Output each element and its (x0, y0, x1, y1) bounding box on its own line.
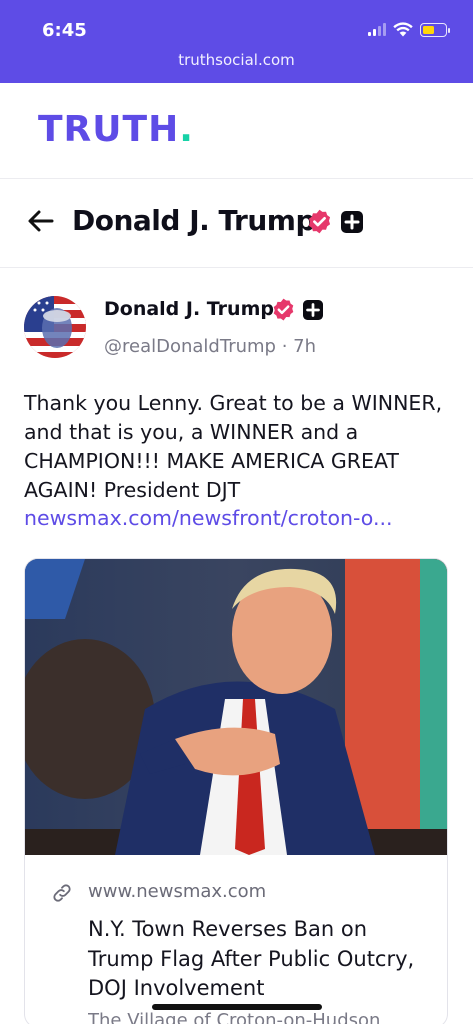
avatar[interactable] (24, 296, 86, 358)
plus-badge-icon (303, 300, 323, 320)
card-description: The Village of Croton-on-Hudson (88, 1010, 381, 1024)
cellular-signal-icon (368, 23, 386, 36)
post-author-name[interactable]: Donald J. Trump (104, 298, 274, 320)
wifi-icon (393, 22, 413, 37)
post-handle[interactable]: @realDonaldTrump (104, 336, 276, 357)
link-preview-card[interactable]: www.newsmax.com N.Y. Town Reverses Ban o… (24, 558, 448, 1024)
verified-badge-icon (308, 209, 331, 234)
post-timestamp[interactable]: 7h (293, 336, 316, 357)
meta-separator: · (281, 336, 288, 357)
post-meta: @realDonaldTrump · 7h (104, 336, 316, 357)
truth-logo[interactable]: TRUTH. (38, 109, 194, 150)
link-icon (53, 884, 71, 902)
status-icons (368, 22, 450, 37)
back-arrow-icon[interactable] (26, 206, 56, 236)
plus-badge-icon (341, 211, 363, 233)
post-link[interactable]: newsmax.com/newsfront/croton-o... (24, 506, 444, 530)
post-text: Thank you Lenny. Great to be a WINNER, a… (24, 391, 443, 502)
verified-badge-icon (273, 298, 294, 321)
article-image (25, 559, 447, 855)
address-bar-url[interactable]: truthsocial.com (0, 51, 473, 69)
battery-icon (420, 22, 450, 37)
app-header: TRUTH. (0, 83, 473, 179)
card-domain: www.newsmax.com (88, 881, 267, 902)
profile-title-bar: Donald J. Trump (0, 180, 473, 268)
home-indicator[interactable] (152, 1004, 322, 1010)
profile-name: Donald J. Trump (72, 204, 315, 237)
clock: 6:45 (42, 20, 87, 41)
card-title: N.Y. Town Reverses Ban on Trump Flag Aft… (88, 917, 415, 1000)
browser-status-bar: 6:45 truthsocial.com (0, 0, 473, 83)
